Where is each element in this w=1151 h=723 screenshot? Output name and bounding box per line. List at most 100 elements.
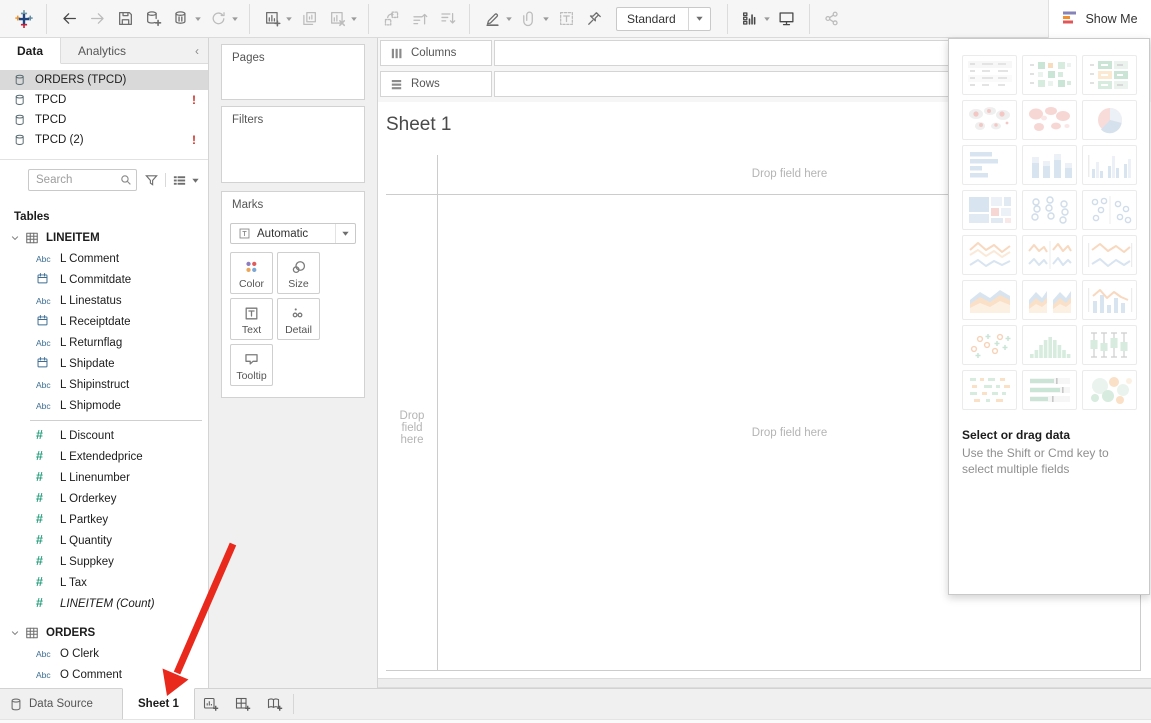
- field-item[interactable]: AbcL Shipinstruct: [0, 374, 208, 395]
- field-item[interactable]: L Receiptdate: [0, 311, 208, 332]
- pause-auto-updates-button[interactable]: [167, 4, 195, 34]
- field-item[interactable]: AbcL Shipmode: [0, 395, 208, 416]
- field-item[interactable]: #L Quantity: [0, 530, 208, 551]
- field-item[interactable]: AbcL Linestatus: [0, 290, 208, 311]
- showme-circle-views-button[interactable]: [1022, 190, 1077, 230]
- view-options-caret-icon[interactable]: [191, 176, 200, 185]
- showme-stacked-bars-button[interactable]: [1022, 145, 1077, 185]
- pause-auto-updates-button-caret-icon[interactable]: [192, 4, 204, 34]
- undo-button[interactable]: [55, 4, 83, 34]
- data-source-tab[interactable]: Data Source: [0, 689, 122, 719]
- new-worksheet-button-caret-icon[interactable]: [283, 4, 295, 34]
- showme-text-table-button[interactable]: [962, 55, 1017, 95]
- showme-packed-bubbles-button[interactable]: [1082, 370, 1137, 410]
- showme-symbol-map-button[interactable]: [962, 100, 1017, 140]
- drop-zone-rows[interactable]: Drop field here: [390, 410, 434, 446]
- field-item[interactable]: #LINEITEM (Count): [0, 593, 208, 614]
- field-item[interactable]: L Commitdate: [0, 269, 208, 290]
- clear-sheet-button-caret-icon[interactable]: [348, 4, 360, 34]
- showme-dual-lines-button[interactable]: [1082, 235, 1137, 275]
- field-item[interactable]: #L Partkey: [0, 509, 208, 530]
- showme-histogram-button[interactable]: [1022, 325, 1077, 365]
- field-item[interactable]: AbcO Comment: [0, 664, 208, 685]
- field-item[interactable]: L Shipdate: [0, 353, 208, 374]
- columns-shelf-droparea[interactable]: [494, 40, 952, 66]
- field-item[interactable]: AbcL Returnflag: [0, 332, 208, 353]
- group-members-button-caret-icon[interactable]: [540, 4, 552, 34]
- showme-continuous-lines-button[interactable]: [962, 235, 1017, 275]
- showme-heat-map-button[interactable]: [1022, 55, 1077, 95]
- horizontal-scrollbar[interactable]: [378, 678, 1151, 688]
- show-me-toolbar-button[interactable]: Show Me: [1048, 0, 1151, 38]
- tab-data[interactable]: Data: [0, 38, 61, 64]
- collapse-pane-button[interactable]: ‹: [186, 38, 208, 63]
- showme-scatter-plot-button[interactable]: [962, 325, 1017, 365]
- save-button[interactable]: [111, 4, 139, 34]
- show-mark-labels-button[interactable]: [552, 4, 580, 34]
- showme-continuous-area-button[interactable]: [962, 280, 1017, 320]
- view-options-icon[interactable]: [172, 173, 187, 188]
- pages-shelf[interactable]: Pages: [221, 44, 365, 100]
- share-button[interactable]: [818, 4, 846, 34]
- show-hide-cards-button-caret-icon[interactable]: [761, 4, 773, 34]
- marks-detail-button[interactable]: Detail: [277, 298, 320, 340]
- showme-discrete-lines-button[interactable]: [1022, 235, 1077, 275]
- table-header-orders[interactable]: ORDERS: [0, 622, 208, 643]
- sheet1-tab[interactable]: Sheet 1: [122, 688, 195, 719]
- showme-treemap-button[interactable]: [962, 190, 1017, 230]
- marks-tooltip-button[interactable]: Tooltip: [230, 344, 273, 386]
- showme-box-and-whisker-button[interactable]: [1082, 325, 1137, 365]
- datasource-item[interactable]: TPCD!: [0, 90, 208, 110]
- highlight-button[interactable]: [478, 4, 506, 34]
- fit-selector[interactable]: Standard: [616, 7, 711, 31]
- field-item[interactable]: AbcL Comment: [0, 248, 208, 269]
- run-auto-updates-button[interactable]: [204, 4, 232, 34]
- showme-dual-combination-button[interactable]: [1082, 280, 1137, 320]
- field-item[interactable]: #L Orderkey: [0, 488, 208, 509]
- filter-fields-icon[interactable]: [144, 173, 159, 188]
- group-members-button[interactable]: [515, 4, 543, 34]
- showme-horizontal-bars-button[interactable]: [962, 145, 1017, 185]
- duplicate-sheet-button[interactable]: [295, 4, 323, 34]
- marks-text-button[interactable]: Text: [230, 298, 273, 340]
- presentation-mode-button[interactable]: [773, 4, 801, 34]
- mark-type-dropdown[interactable]: Automatic: [230, 223, 356, 244]
- datasource-item[interactable]: TPCD (2)!: [0, 130, 208, 150]
- new-worksheet-button[interactable]: [258, 4, 286, 34]
- highlight-button-caret-icon[interactable]: [503, 4, 515, 34]
- table-header-lineitem[interactable]: LINEITEM: [0, 227, 208, 248]
- showme-discrete-area-button[interactable]: [1022, 280, 1077, 320]
- field-item[interactable]: #L Suppkey: [0, 551, 208, 572]
- tab-analytics[interactable]: Analytics: [61, 38, 143, 63]
- new-story-tab-button[interactable]: [259, 689, 291, 719]
- swap-rows-columns-button[interactable]: [377, 4, 405, 34]
- showme-highlight-table-button[interactable]: [1082, 55, 1137, 95]
- new-worksheet-tab-button[interactable]: [195, 689, 227, 719]
- showme-bullet-graph-button[interactable]: [1022, 370, 1077, 410]
- fix-axes-button[interactable]: [580, 4, 608, 34]
- showme-pie-chart-button[interactable]: [1082, 100, 1137, 140]
- field-item[interactable]: #L Tax: [0, 572, 208, 593]
- rows-shelf-droparea[interactable]: [494, 71, 952, 97]
- datasource-item[interactable]: ORDERS (TPCD): [0, 70, 208, 90]
- clear-sheet-button[interactable]: [323, 4, 351, 34]
- showme-side-by-side-bars-button[interactable]: [1082, 145, 1137, 185]
- field-item[interactable]: #L Discount: [0, 425, 208, 446]
- field-item[interactable]: AbcO Clerk: [0, 643, 208, 664]
- show-hide-cards-button[interactable]: [736, 4, 764, 34]
- sort-ascending-button[interactable]: [405, 4, 433, 34]
- marks-size-button[interactable]: Size: [277, 252, 320, 294]
- field-item[interactable]: #L Linenumber: [0, 467, 208, 488]
- redo-button[interactable]: [83, 4, 111, 34]
- showme-filled-map-button[interactable]: [1022, 100, 1077, 140]
- filters-shelf[interactable]: Filters: [221, 106, 365, 183]
- new-data-source-button[interactable]: [139, 4, 167, 34]
- field-item[interactable]: #L Extendedprice: [0, 446, 208, 467]
- datasource-item[interactable]: TPCD: [0, 110, 208, 130]
- showme-gantt-button[interactable]: [962, 370, 1017, 410]
- run-auto-updates-button-caret-icon[interactable]: [229, 4, 241, 34]
- new-dashboard-tab-button[interactable]: [227, 689, 259, 719]
- sort-descending-button[interactable]: [433, 4, 461, 34]
- marks-color-button[interactable]: Color: [230, 252, 273, 294]
- showme-side-by-side-circles-button[interactable]: [1082, 190, 1137, 230]
